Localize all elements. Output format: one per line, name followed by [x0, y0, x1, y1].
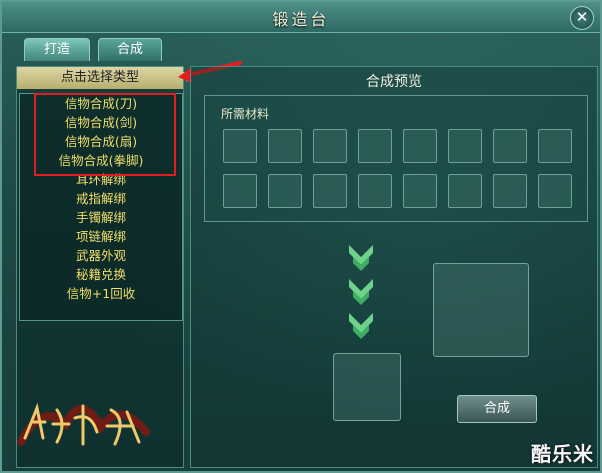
material-slot[interactable]: [493, 174, 527, 208]
watermark: 酷乐米: [531, 442, 594, 466]
material-slot[interactable]: [403, 129, 437, 163]
type-item-ring[interactable]: 戒指解绑: [20, 189, 182, 208]
material-slot[interactable]: [538, 174, 572, 208]
down-arrow-icon: [349, 279, 373, 305]
material-slot[interactable]: [538, 129, 572, 163]
material-slot[interactable]: [358, 129, 392, 163]
material-slot[interactable]: [493, 129, 527, 163]
material-slot[interactable]: [268, 129, 302, 163]
type-item-token-recycle[interactable]: 信物+1回收: [20, 284, 182, 303]
titlebar[interactable]: 锻造台 ✕: [2, 2, 600, 33]
forge-window: 锻造台 ✕ 打造 合成 点击选择类型 信物合成(刀) 信物合成(剑) 信物合成(…: [0, 0, 602, 473]
type-item-necklace[interactable]: 项链解绑: [20, 227, 182, 246]
material-slot[interactable]: [448, 129, 482, 163]
window-title: 锻造台: [272, 10, 330, 29]
close-icon: ✕: [575, 8, 589, 26]
game-logo: [17, 402, 150, 446]
type-item-weapon-look[interactable]: 武器外观: [20, 246, 182, 265]
material-slot[interactable]: [223, 129, 257, 163]
preview-panel: 合成预览 所需材料 合成: [190, 66, 598, 468]
result-item-slot[interactable]: [333, 353, 401, 421]
material-slot[interactable]: [313, 129, 347, 163]
material-slot[interactable]: [403, 174, 437, 208]
type-item-bracelet[interactable]: 手镯解绑: [20, 208, 182, 227]
materials-box: 所需材料: [204, 95, 588, 222]
tab-forge[interactable]: 打造: [24, 38, 90, 61]
source-item-slot[interactable]: [433, 263, 529, 357]
highlight-box: [34, 93, 176, 176]
type-selector-label: 点击选择类型: [60, 70, 139, 85]
material-slot[interactable]: [313, 174, 347, 208]
type-item-manual-redeem[interactable]: 秘籍兑换: [20, 265, 182, 284]
compose-button[interactable]: 合成: [457, 395, 537, 423]
materials-label: 所需材料: [221, 107, 270, 121]
type-selector[interactable]: 点击选择类型: [17, 67, 193, 89]
down-arrow-icon: [349, 245, 373, 271]
preview-title: 合成预览: [366, 74, 422, 90]
type-list: 信物合成(刀) 信物合成(剑) 信物合成(扇) 信物合成(拳脚) 耳环解绑 戒指…: [19, 93, 183, 321]
material-slot[interactable]: [358, 174, 392, 208]
down-arrow-icon: [349, 313, 373, 339]
material-slot[interactable]: [223, 174, 257, 208]
close-button[interactable]: ✕: [570, 6, 594, 30]
material-slot[interactable]: [268, 174, 302, 208]
type-panel: 点击选择类型 信物合成(刀) 信物合成(剑) 信物合成(扇) 信物合成(拳脚) …: [16, 66, 193, 468]
tab-compose[interactable]: 合成: [98, 38, 162, 61]
material-slot[interactable]: [448, 174, 482, 208]
